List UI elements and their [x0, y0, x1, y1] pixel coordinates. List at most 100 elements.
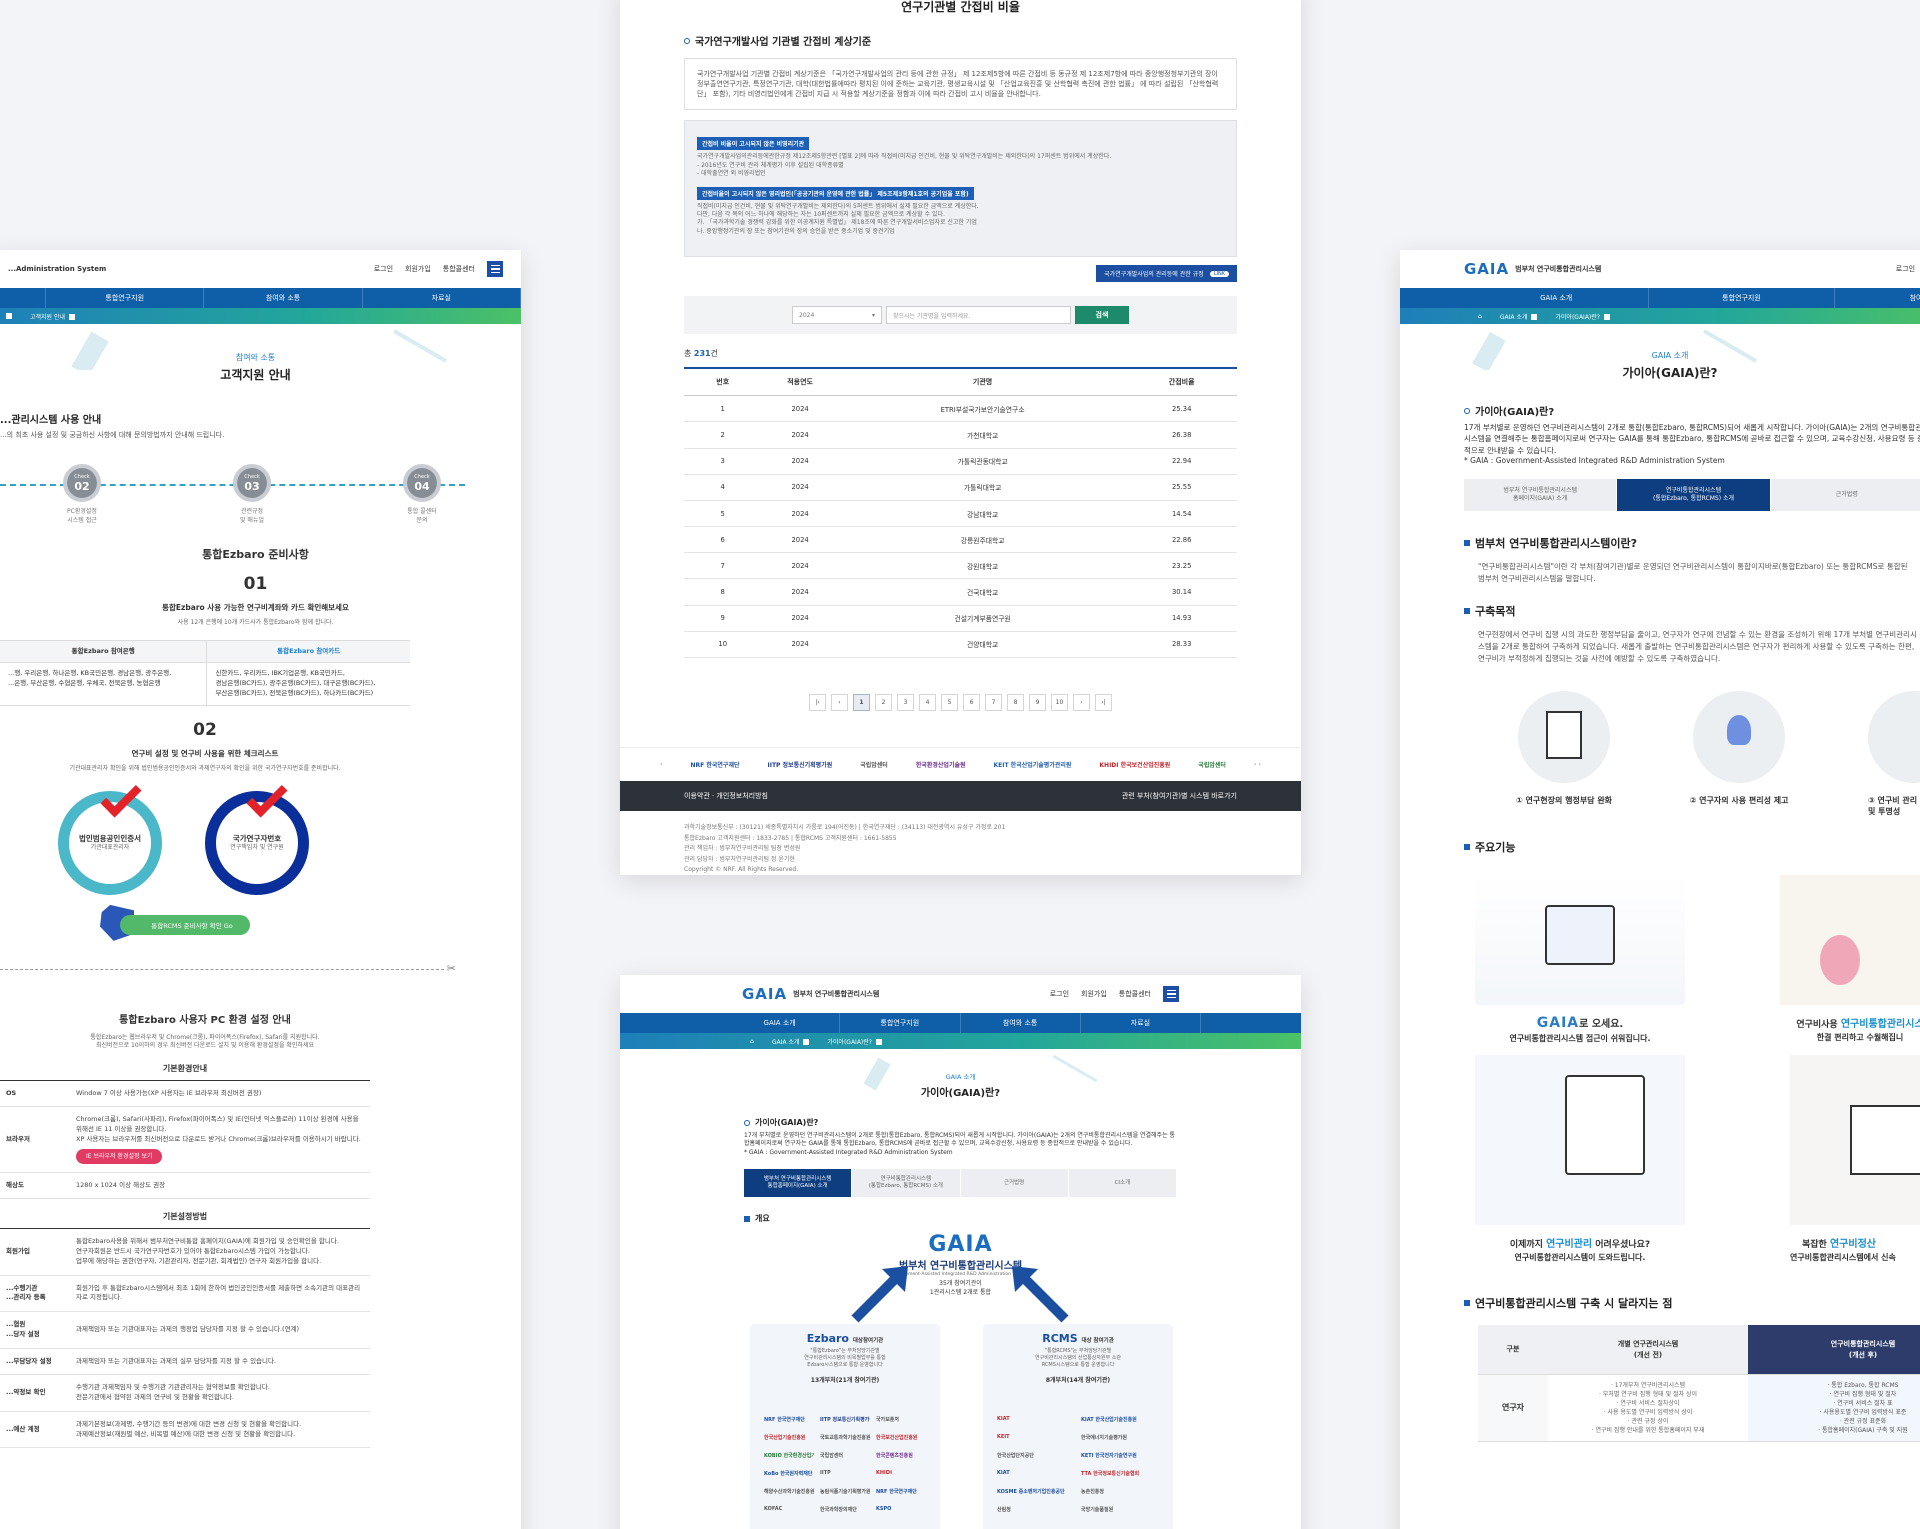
- tab-gaia-intro[interactable]: 범부처 연구비통합관리시스템 통합홈페이지(GAIA) 소개: [744, 1169, 853, 1198]
- prev-page-button[interactable]: ‹: [831, 694, 848, 712]
- search-input[interactable]: 찾으시는 기관명을 입력하세요.: [886, 306, 1071, 325]
- next-page-button[interactable]: ›: [1073, 694, 1090, 712]
- signup-link[interactable]: 회원가입: [1081, 989, 1107, 999]
- rcms-tag: 대상 참여기관: [1081, 1338, 1114, 1345]
- page-1[interactable]: 1: [853, 694, 870, 712]
- location-item[interactable]: 가이아(GAIA)란?: [827, 1037, 882, 1046]
- callcenter-link[interactable]: 통합콜센터: [443, 264, 475, 274]
- nav-item-research-support[interactable]: 통합연구지원: [840, 1013, 961, 1033]
- tab-law[interactable]: 근거법령: [1770, 478, 1920, 511]
- nav-item-gaia[interactable]: GAIA 소개: [720, 1013, 841, 1033]
- gaia-desc: 17개 부처별로 운영하던 연구비관리시스템이 2개로 통합(통합Ezbaro,…: [744, 1132, 1176, 1148]
- nav-item-research-support[interactable]: 통합연구지원: [46, 288, 205, 308]
- nav-item-research-support[interactable]: 통합연구지원: [1649, 288, 1835, 308]
- location-item[interactable]: 가이아(GAIA)란?: [1555, 312, 1610, 321]
- table-row[interactable]: 7 2024 강원대학교 23.25: [684, 552, 1237, 580]
- first-page-button[interactable]: |‹: [809, 694, 826, 712]
- nav-item-library[interactable]: 자료실: [363, 288, 521, 308]
- feature-1: GAIA로 오세요. 연구비통합관리시스템 접근이 쉬워집니다.: [1509, 1014, 1651, 1043]
- org-logo: IITP: [820, 1470, 831, 1477]
- tab-law[interactable]: 근거법령: [960, 1169, 1069, 1198]
- page-3[interactable]: 3: [897, 694, 914, 712]
- table-row[interactable]: 9 2024 건설기계부품연구원 14.93: [684, 605, 1237, 632]
- org-logo: KIAT: [997, 1416, 1010, 1423]
- page-6[interactable]: 6: [963, 694, 980, 712]
- checklist-rings: 법인범용공인인증서 기관대표관리자 국가연구자번호 연구책임자 및 연구원: [0, 776, 420, 903]
- partner-logo[interactable]: IITP 정보통신기획평가원: [767, 760, 832, 769]
- partner-logo[interactable]: 국립암센터: [860, 760, 888, 769]
- location-item[interactable]: 고객지원 안내: [30, 312, 76, 321]
- env-table: OS Window 7 이상 사용가능(XP 사용자는 IE 브라우저 최신버전 …: [0, 1080, 370, 1200]
- location-item[interactable]: GAIA 소개: [772, 1037, 810, 1046]
- page-8[interactable]: 8: [1007, 694, 1024, 712]
- rcms-logo: RCMS: [1042, 1332, 1078, 1346]
- table-row[interactable]: 10 2024 건양대학교 28.33: [684, 631, 1237, 659]
- menu-icon[interactable]: [1163, 986, 1179, 1002]
- gaia-logo[interactable]: GAIA: [1464, 260, 1509, 278]
- year-select[interactable]: 2024 ▾: [792, 306, 882, 325]
- ezbaro-count: 13개부처(21개 참여기관): [810, 1377, 880, 1385]
- home-icon[interactable]: [6, 313, 12, 319]
- nav-item-gaia[interactable]: GAIA 소개: [1464, 288, 1650, 308]
- org-logo: 한국보건산업진흥원: [876, 1435, 918, 1442]
- page-7[interactable]: 7: [985, 694, 1002, 712]
- nav-item-participation[interactable]: 참여와 소통: [961, 1013, 1081, 1033]
- last-page-button[interactable]: ›|: [1095, 694, 1112, 712]
- nav-item-participation[interactable]: 참여와 소통: [1835, 288, 1920, 308]
- table-row[interactable]: 4 2024 가톨릭대학교 25.55: [684, 474, 1237, 501]
- settings-table: 회원가입 통합Ezbaro사용을 위해서 범부처연구비통합 홈페이지(GAIA)에…: [0, 1229, 370, 1449]
- section-title: ...관리시스템 사용 안내: [0, 415, 102, 426]
- partner-logo[interactable]: KHIDI 한국보건산업진흥원: [1099, 760, 1170, 769]
- search-bar: 2024 ▾ 찾으시는 기관명을 입력하세요. 검색: [684, 296, 1237, 335]
- gaia-logo[interactable]: GAIA: [742, 985, 787, 1003]
- check-03[interactable]: Check 03: [233, 464, 271, 503]
- page-5[interactable]: 5: [941, 694, 958, 712]
- tab-system-intro[interactable]: 연구비통합관리시스템 (통합Ezbaro, 통합RCMS) 소개: [852, 1169, 961, 1198]
- chevron-right-icon[interactable]: ‹ ›: [1254, 761, 1261, 768]
- page-10[interactable]: 10: [1051, 694, 1068, 712]
- page-9[interactable]: 9: [1029, 694, 1046, 712]
- table-row[interactable]: 2 2024 가천대학교 26.38: [684, 421, 1237, 449]
- partner-logo[interactable]: KEIT 한국산업기술평가관리원: [994, 760, 1072, 769]
- related-systems-select[interactable]: 관련 부처(참여기관)별 시스템 바로가기: [1122, 791, 1237, 801]
- col-after: 연구비통합관리시스템 (개선 후): [1748, 1324, 1920, 1376]
- ezbaro-box: Ezbaro 대상참여기관 "통합Ezbaro"는 부처담당기관별 연구비관리시…: [750, 1324, 940, 1529]
- table-row[interactable]: 5 2024 강남대학교 14.54: [684, 500, 1237, 528]
- rcms-box: RCMS 대상 참여기관 "통합RCMS"는 부처담당기관별 연구비관리시스템의…: [983, 1324, 1173, 1529]
- login-link[interactable]: 로그인: [1050, 989, 1069, 999]
- menu-icon[interactable]: [487, 261, 503, 277]
- law-link-button[interactable]: 국가연구개발사업의 관리등에 관한 규정 LINK: [1096, 265, 1237, 283]
- login-link[interactable]: 로그인: [1896, 264, 1915, 274]
- header: ...Administration System 로그인 회원가입 통합콜센터: [0, 250, 521, 288]
- col-category: 구분: [1478, 1324, 1548, 1376]
- tab-gaia-intro[interactable]: 범부처 연구비통합관리시스템 홈페이지(GAIA) 소개: [1464, 478, 1618, 511]
- ie-settings-button[interactable]: IE 브라우저 환경설정 보기: [76, 1148, 163, 1164]
- nav-item-participation[interactable]: 참여와 소통: [204, 288, 363, 308]
- terms-link[interactable]: 이용약관 · 개인정보처리방침: [684, 791, 768, 801]
- partner-logo[interactable]: 한국환경산업기술원: [916, 760, 966, 769]
- home-icon[interactable]: ⌂: [750, 1038, 754, 1045]
- partner-logo[interactable]: NRF 한국연구재단: [691, 760, 740, 769]
- chevron-left-icon[interactable]: ‹: [660, 761, 662, 768]
- signup-link[interactable]: 회원가입: [405, 264, 431, 274]
- table-row[interactable]: 1 2024 ETRI부설국가보안기술연구소 25.34: [684, 395, 1237, 423]
- check-04[interactable]: Check 04: [403, 464, 441, 503]
- page-4[interactable]: 4: [919, 694, 936, 712]
- rcms-prep-button[interactable]: 통합RCMS 준비사항 확인 Go: [120, 914, 250, 935]
- check-02[interactable]: Check 02: [63, 464, 101, 503]
- prep1-number: 01: [243, 574, 268, 595]
- nav-item-blank: [0, 288, 47, 308]
- table-row[interactable]: 8 2024 건국대학교 30.14: [684, 578, 1237, 606]
- callcenter-link[interactable]: 통합콜센터: [1119, 989, 1151, 999]
- tab-system-intro[interactable]: 연구비통합관리시스템 (통합Ezbaro, 통합RCMS) 소개: [1617, 478, 1771, 511]
- page-2[interactable]: 2: [875, 694, 892, 712]
- table-row[interactable]: 6 2024 강릉원주대학교 22.86: [684, 526, 1237, 554]
- login-link[interactable]: 로그인: [374, 264, 393, 274]
- table-row[interactable]: 3 2024 가톨릭관동대학교 22.94: [684, 448, 1237, 475]
- location-item[interactable]: GAIA 소개: [1500, 312, 1538, 321]
- tab-ci[interactable]: CI소개: [1068, 1169, 1177, 1198]
- nav-item-library[interactable]: 자료실: [1081, 1013, 1201, 1033]
- search-button[interactable]: 검색: [1075, 306, 1129, 325]
- home-icon[interactable]: ⌂: [1478, 313, 1482, 320]
- partner-logo[interactable]: 국립암센터: [1198, 760, 1226, 769]
